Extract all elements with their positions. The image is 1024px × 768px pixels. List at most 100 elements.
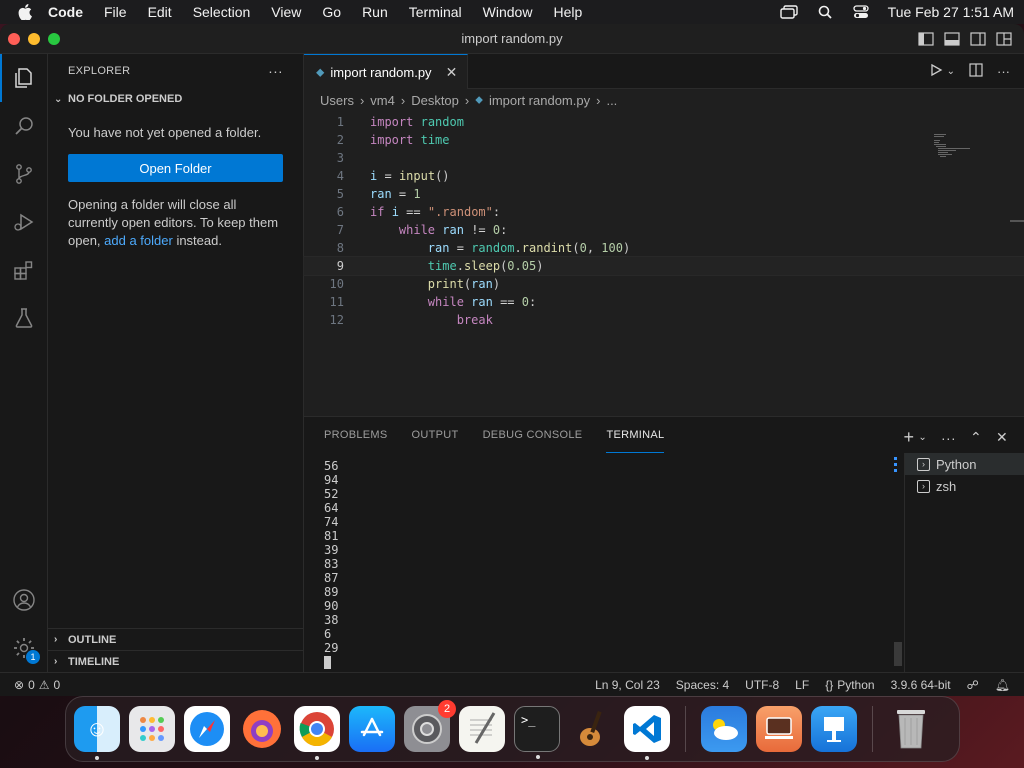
terminal-output[interactable]: 56 94 52 64 74 81 39 83 87 89 90 38 6 29 bbox=[324, 459, 338, 672]
apple-menu-icon[interactable] bbox=[18, 4, 34, 20]
finder-icon[interactable]: ☺ bbox=[74, 706, 120, 760]
minimize-window-button[interactable] bbox=[28, 33, 40, 45]
encoding[interactable]: UTF-8 bbox=[745, 678, 779, 692]
system-settings-icon[interactable]: 2 bbox=[404, 700, 456, 752]
language-mode[interactable]: {} Python bbox=[825, 678, 874, 692]
bottom-panel: PROBLEMS OUTPUT DEBUG CONSOLE TERMINAL +… bbox=[304, 416, 1024, 673]
screen-mirroring-icon[interactable] bbox=[779, 5, 798, 19]
screen-sharing-icon[interactable] bbox=[756, 706, 802, 752]
breadcrumb-users[interactable]: Users bbox=[320, 93, 354, 108]
terminal-item-python[interactable]: › Python bbox=[905, 453, 1024, 475]
source-control-icon[interactable] bbox=[0, 150, 48, 198]
menu-view[interactable]: View bbox=[271, 4, 301, 20]
minimap[interactable] bbox=[934, 134, 974, 164]
menu-app-name[interactable]: Code bbox=[48, 4, 83, 20]
accounts-icon[interactable] bbox=[0, 576, 48, 624]
close-panel-icon[interactable]: ✕ bbox=[996, 429, 1008, 446]
feedback-icon[interactable]: ☍ bbox=[967, 678, 979, 692]
run-and-debug-icon[interactable] bbox=[0, 198, 48, 246]
trash-icon[interactable] bbox=[888, 706, 934, 752]
editor-tab-import-random[interactable]: ⬥ import random.py ✕ bbox=[304, 54, 469, 89]
menu-file[interactable]: File bbox=[104, 4, 127, 20]
close-window-button[interactable] bbox=[8, 33, 20, 45]
tab-problems[interactable]: PROBLEMS bbox=[324, 417, 388, 453]
firefox-icon[interactable] bbox=[239, 706, 285, 752]
terminal-icon: › bbox=[917, 457, 930, 471]
indentation[interactable]: Spaces: 4 bbox=[676, 678, 729, 692]
explorer-icon[interactable] bbox=[0, 54, 48, 102]
search-icon[interactable] bbox=[0, 102, 48, 150]
textedit-icon[interactable] bbox=[459, 706, 505, 752]
end-of-line[interactable]: LF bbox=[795, 678, 809, 692]
close-tab-icon[interactable]: ✕ bbox=[446, 64, 458, 81]
terminal-item-zsh[interactable]: › zsh bbox=[905, 475, 1024, 497]
tab-output[interactable]: OUTPUT bbox=[412, 417, 459, 453]
line-number: 11 bbox=[329, 295, 344, 309]
breadcrumb-separator: › bbox=[359, 92, 365, 108]
split-editor-icon[interactable] bbox=[969, 63, 983, 80]
more-panel-actions-icon[interactable]: ··· bbox=[941, 430, 956, 446]
breadcrumb-file[interactable]: import random.py bbox=[489, 93, 590, 108]
weather-icon[interactable] bbox=[701, 706, 747, 752]
outline-section-header[interactable]: › OUTLINE bbox=[48, 628, 303, 650]
extensions-icon[interactable] bbox=[0, 246, 48, 294]
chevron-down-icon[interactable]: ⌄ bbox=[947, 66, 955, 77]
run-python-file-icon[interactable] bbox=[929, 63, 943, 80]
safari-icon[interactable] bbox=[184, 706, 230, 752]
notifications-bell-icon[interactable]: 🔔︎ bbox=[995, 678, 1010, 692]
menubar-clock[interactable]: Tue Feb 27 1:51 AM bbox=[888, 4, 1014, 20]
customize-layout-icon[interactable] bbox=[996, 31, 1012, 47]
cursor-position[interactable]: Ln 9, Col 23 bbox=[595, 678, 660, 692]
vscode-icon[interactable] bbox=[624, 706, 670, 760]
more-editor-actions-icon[interactable]: ··· bbox=[997, 64, 1010, 79]
timeline-section-header[interactable]: › TIMELINE bbox=[48, 650, 303, 672]
garageband-icon[interactable] bbox=[569, 706, 615, 752]
add-folder-link[interactable]: add a folder bbox=[104, 233, 173, 248]
chrome-icon[interactable] bbox=[294, 706, 340, 760]
breadcrumb-vm4[interactable]: vm4 bbox=[370, 93, 395, 108]
app-store-icon[interactable] bbox=[349, 706, 395, 752]
terminal-line: 87 bbox=[324, 571, 339, 585]
breadcrumb-more[interactable]: ... bbox=[606, 93, 617, 108]
keynote-icon[interactable] bbox=[811, 706, 857, 752]
menu-go[interactable]: Go bbox=[322, 4, 341, 20]
toggle-primary-sidebar-icon[interactable] bbox=[918, 31, 934, 47]
terminal-scrollbar[interactable] bbox=[894, 642, 902, 666]
info-text-end: instead. bbox=[172, 233, 222, 248]
launchpad-icon[interactable] bbox=[129, 706, 175, 752]
python-interpreter[interactable]: 3.9.6 64-bit bbox=[891, 678, 951, 692]
testing-icon[interactable] bbox=[0, 294, 48, 342]
tab-debug-console[interactable]: DEBUG CONSOLE bbox=[483, 417, 583, 453]
terminal-icon[interactable]: >_ bbox=[514, 706, 560, 759]
line-number: 4 bbox=[336, 169, 344, 183]
line-number: 12 bbox=[329, 313, 344, 327]
new-terminal-plus-icon[interactable]: + bbox=[904, 427, 915, 448]
code-line: 8 ran = random.randint(0, 100) bbox=[304, 239, 1024, 257]
breadcrumb-desktop[interactable]: Desktop bbox=[411, 93, 459, 108]
toggle-panel-icon[interactable] bbox=[944, 31, 960, 47]
tab-terminal[interactable]: TERMINAL bbox=[606, 417, 665, 453]
menu-run[interactable]: Run bbox=[362, 4, 388, 20]
maximize-panel-icon[interactable]: ⌃ bbox=[970, 429, 982, 446]
editor-actions: ⌄ ··· bbox=[929, 63, 1010, 80]
chevron-down-icon[interactable]: ⌄ bbox=[918, 432, 927, 443]
manage-gear-icon[interactable]: 1 bbox=[0, 624, 48, 672]
line-number: 2 bbox=[336, 133, 344, 147]
spotlight-search-icon[interactable] bbox=[816, 5, 834, 19]
code-editor[interactable]: 1 import random 2 import time 3 4i = input… bbox=[303, 111, 1024, 329]
breadcrumb-separator: › bbox=[596, 92, 601, 108]
maximize-window-button[interactable] bbox=[48, 33, 60, 45]
menu-edit[interactable]: Edit bbox=[148, 4, 172, 20]
terminal-item-label: Python bbox=[936, 456, 977, 472]
menu-selection[interactable]: Selection bbox=[193, 4, 251, 20]
open-folder-button[interactable]: Open Folder bbox=[68, 154, 283, 182]
menu-window[interactable]: Window bbox=[483, 4, 533, 20]
control-center-icon[interactable] bbox=[852, 5, 870, 19]
terminal-line: 74 bbox=[324, 515, 339, 529]
problems-status[interactable]: ⊗ 0 ⚠ 0 bbox=[14, 678, 60, 692]
more-actions-icon[interactable]: ··· bbox=[268, 63, 283, 79]
menu-terminal[interactable]: Terminal bbox=[409, 4, 462, 20]
toggle-secondary-sidebar-icon[interactable] bbox=[970, 31, 986, 47]
no-folder-section-header[interactable]: ⌄ NO FOLDER OPENED bbox=[48, 88, 303, 110]
menu-help[interactable]: Help bbox=[553, 4, 582, 20]
